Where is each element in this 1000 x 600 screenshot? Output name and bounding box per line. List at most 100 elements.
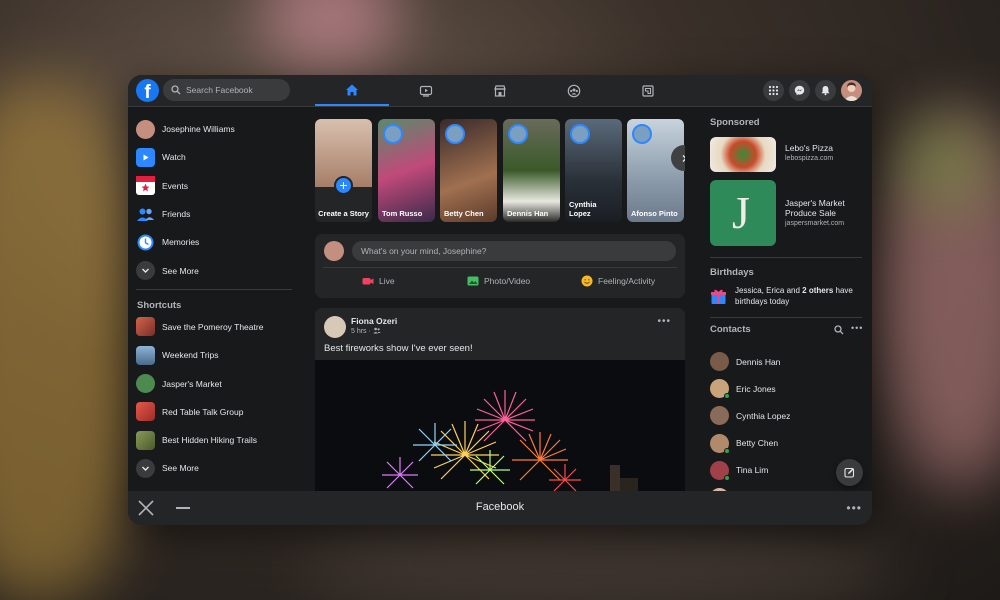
shortcut-item[interactable]: Best Hidden Hiking Trails <box>136 426 292 454</box>
search-input[interactable]: Search Facebook <box>163 79 290 101</box>
friends-icon <box>136 205 155 224</box>
shortcut-label: Weekend Trips <box>162 350 219 361</box>
sidebar-item-events[interactable]: Events <box>136 172 292 200</box>
ad-item[interactable]: J Jasper's Market Produce Sale jaspersma… <box>710 180 872 246</box>
smiley-icon <box>581 275 593 287</box>
shortcut-item[interactable]: Jasper's Market <box>136 369 292 397</box>
grid-menu-icon <box>768 85 779 96</box>
contact-item[interactable]: Betty Chen <box>710 433 779 454</box>
contact-item[interactable]: Dennis Han <box>710 352 780 371</box>
status-input[interactable]: What's on your mind, Josephine? <box>352 241 676 261</box>
story-label: Create a Story <box>318 209 369 218</box>
photo-icon <box>467 276 479 286</box>
profile-link[interactable]: Josephine Williams <box>136 115 292 143</box>
fireworks-photo <box>382 390 638 491</box>
post-image[interactable] <box>315 360 685 491</box>
story-label: Tom Russo <box>382 209 423 218</box>
tab-groups[interactable] <box>537 75 611 106</box>
story-card[interactable]: Tom Russo <box>378 119 435 222</box>
notifications-button[interactable] <box>815 80 836 101</box>
tab-home[interactable] <box>315 75 389 106</box>
top-nav-bar: f Search Facebook <box>128 75 872 107</box>
story-card[interactable]: Betty Chen <box>440 119 497 222</box>
shortcut-item[interactable]: Save the Pomeroy Theatre <box>136 313 292 341</box>
story-card[interactable]: Afonso Pinto <box>627 119 684 222</box>
profile-avatar[interactable] <box>841 80 862 101</box>
online-status-dot <box>724 393 730 400</box>
tab-gaming[interactable] <box>611 75 685 106</box>
profile-photo-icon <box>844 82 859 101</box>
avatar <box>710 379 730 400</box>
chevron-down-icon <box>136 458 155 478</box>
sidebar-item-see-more-shortcuts[interactable]: See More <box>136 454 292 482</box>
right-rail: Sponsored Lebo's Pizza lebospizza.com J … <box>702 107 872 507</box>
ad-url: jaspersmarket.com <box>785 220 845 227</box>
avatar <box>445 124 465 144</box>
avatar <box>570 124 590 144</box>
contact-name: Dennis Han <box>736 356 781 367</box>
menu-button[interactable] <box>763 80 784 101</box>
window-more-icon[interactable]: ••• <box>846 501 862 515</box>
birthday-others: 2 others <box>802 286 834 295</box>
messenger-button[interactable] <box>789 80 810 101</box>
gaming-icon <box>642 84 654 97</box>
story-card[interactable]: Dennis Han <box>503 119 560 222</box>
shortcut-item[interactable]: Weekend Trips <box>136 341 292 369</box>
sidebar-item-watch[interactable]: Watch <box>136 143 292 171</box>
story-label: Dennis Han <box>507 209 549 218</box>
ad-url: lebospizza.com <box>785 155 834 162</box>
avatar <box>710 406 729 426</box>
plus-icon[interactable]: + <box>334 176 353 195</box>
new-message-button[interactable] <box>836 459 863 486</box>
more-options-icon[interactable]: ••• <box>657 316 671 327</box>
contact-name: Betty Chen <box>736 438 779 449</box>
ad-item[interactable]: Lebo's Pizza lebospizza.com <box>710 137 833 172</box>
watch-icon <box>136 147 155 167</box>
live-video-button[interactable]: Live <box>362 275 395 287</box>
search-contacts-icon[interactable] <box>834 325 844 335</box>
post-time-text: 5 hrs · <box>351 328 371 335</box>
feeling-activity-button[interactable]: Feeling/Activity <box>581 275 655 287</box>
live-video-icon <box>362 278 374 285</box>
left-sidebar: Josephine Williams Watch Events Friends … <box>128 107 300 491</box>
tab-watch[interactable] <box>389 75 463 106</box>
create-story-card[interactable]: + Create a Story <box>315 119 372 222</box>
feed-post: Fiona Ozeri 5 hrs · ••• Best fireworks s… <box>315 308 685 491</box>
avatar <box>632 124 652 144</box>
sidebar-item-label: Watch <box>162 152 186 163</box>
sidebar-item-see-more[interactable]: See More <box>136 256 292 284</box>
photo-video-button[interactable]: Photo/Video <box>467 275 530 287</box>
contact-name: Tina Lim <box>736 465 769 476</box>
avatar[interactable] <box>324 316 346 338</box>
story-label: Cynthia Lopez <box>569 200 597 218</box>
sidebar-item-label: See More <box>162 265 199 276</box>
contact-item[interactable]: Eric Jones <box>710 379 776 400</box>
story-label: Betty Chen <box>444 209 484 218</box>
post-author[interactable]: Fiona Ozeri <box>351 316 397 326</box>
sidebar-item-memories[interactable]: Memories <box>136 228 292 256</box>
sidebar-item-label: Events <box>162 180 188 191</box>
shortcut-label: Save the Pomeroy Theatre <box>162 321 264 332</box>
friends-audience-icon <box>373 327 381 334</box>
tab-marketplace[interactable] <box>463 75 537 106</box>
facebook-logo-icon[interactable]: f <box>136 79 159 103</box>
birthday-names: Jessica, Erica <box>735 286 785 295</box>
story-card[interactable]: Cynthia Lopez <box>565 119 622 222</box>
divider <box>710 317 862 318</box>
contacts-more-icon[interactable]: ••• <box>851 323 863 333</box>
sidebar-item-friends[interactable]: Friends <box>136 200 292 228</box>
photo-label: Photo/Video <box>484 276 531 286</box>
birthday-reminder[interactable]: Jessica, Erica and 2 others have birthda… <box>710 286 865 307</box>
shortcut-item[interactable]: Red Table Talk Group <box>136 398 292 426</box>
window-bottom-bar: Facebook ••• <box>128 491 872 525</box>
contact-item[interactable]: Cynthia Lopez <box>710 406 790 426</box>
search-placeholder: Search Facebook <box>186 85 253 95</box>
divider <box>710 257 862 258</box>
avatar <box>710 352 729 371</box>
shortcut-thumbnail <box>136 345 155 365</box>
sidebar-item-label: Friends <box>162 209 191 220</box>
shortcut-thumbnail <box>136 317 155 337</box>
avatar <box>508 124 528 144</box>
marketplace-icon <box>494 84 506 97</box>
contact-item[interactable]: Tina Lim <box>710 460 769 481</box>
